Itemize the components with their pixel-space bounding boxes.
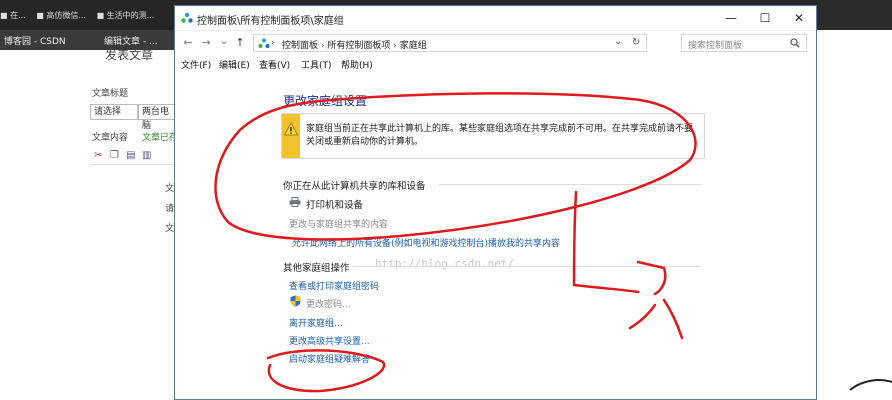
bg-content-tab[interactable]: 文章已存	[142, 130, 178, 143]
menu-view[interactable]: 查看(V)	[259, 58, 290, 71]
menu-tools[interactable]: 工具(T)	[301, 58, 332, 71]
background-editor-page: 发表文章 文章标题 请选择 两台电脑 文章内容 文章已存 ✂ ❐ ▤ ▥ 文 请…	[0, 48, 178, 400]
window-title: 控制面板\所有控制面板项\家庭组	[197, 16, 344, 27]
background-right-page	[817, 30, 892, 400]
page-title: 更改家庭组设置	[283, 94, 368, 108]
uac-shield-icon	[290, 295, 301, 307]
sharing-section-title: 你正在从此计算机共享的库和设备	[283, 181, 426, 192]
cut-icon[interactable]: ✂	[94, 150, 102, 161]
bookmark-3[interactable]: ■ 生活中的测...	[97, 11, 155, 20]
breadcrumb-all-items[interactable]: 所有控制面板项	[327, 41, 390, 51]
homegroup-small-icon	[258, 38, 270, 48]
search-placeholder[interactable]: 搜索控制面板	[688, 38, 742, 51]
menu-file[interactable]: 文件(F)	[181, 58, 211, 71]
search-box[interactable]: 搜索控制面板	[681, 34, 807, 52]
breadcrumb-separator: ›	[393, 41, 397, 51]
menu-bar: 文件(F) 编辑(E) 查看(V) 工具(T) 帮助(H)	[175, 56, 816, 72]
control-panel-window: 控制面板\所有控制面板项\家庭组 — ☐ ✕ ← → ⌄ ↑ › 控制面板 › …	[174, 5, 817, 400]
search-icon[interactable]	[790, 38, 800, 48]
troubleshooter-link[interactable]: 启动家庭组疑难解答	[289, 352, 370, 365]
bg-heading: 发表文章	[105, 48, 154, 62]
breadcrumb-control-panel[interactable]: 控制面板	[282, 41, 318, 51]
bg-field-3: 文	[165, 224, 175, 234]
bg-title-input[interactable]: 两台电脑	[138, 104, 178, 131]
paste-icon[interactable]: ▤	[126, 150, 135, 161]
bookmark-1[interactable]: ■ 在...	[0, 11, 26, 20]
bg-content-label: 文章内容	[92, 133, 129, 143]
address-bar-row: ← → ⌄ ↑ › 控制面板 › 所有控制面板项 › 家庭组 ⌄ ↻ 搜索控制面…	[175, 32, 816, 54]
address-chevron-down-icon[interactable]: ⌄	[614, 36, 622, 47]
paste-text-icon[interactable]: ▥	[142, 150, 151, 161]
copy-icon[interactable]: ❐	[110, 150, 119, 161]
printers-and-devices-label: 打印机和设备	[306, 200, 364, 211]
bookmark-2[interactable]: ■ 高仿微信...	[36, 11, 86, 20]
recent-chevron-down-icon[interactable]: ⌄	[217, 34, 231, 47]
bg-category-select[interactable]: 请选择	[90, 104, 138, 120]
warning-icon	[284, 122, 298, 136]
section-divider	[439, 184, 701, 185]
menu-edit[interactable]: 编辑(E)	[219, 58, 250, 71]
other-actions-title: 其他家庭组操作	[283, 263, 350, 274]
leave-homegroup-link[interactable]: 离开家庭组...	[289, 316, 343, 329]
background-bookmarks: ■ 在... ■ 高仿微信... ■ 生活中的测...	[0, 10, 175, 26]
refresh-icon[interactable]: ↻	[632, 37, 640, 48]
warning-text: 家庭组当前正在共享此计算机上的库。某些家庭组选项在共享完成前不可用。在共享完成前…	[306, 124, 694, 147]
breadcrumb: 控制面板 › 所有控制面板项 › 家庭组	[282, 38, 427, 51]
homegroup-icon	[181, 12, 193, 23]
menu-help[interactable]: 帮助(H)	[341, 58, 373, 71]
close-button[interactable]: ✕	[782, 6, 816, 30]
bg-editor-toolbar: ✂ ❐ ▤ ▥	[90, 148, 175, 165]
printer-icon	[289, 197, 301, 207]
forward-arrow-icon[interactable]: →	[199, 36, 213, 49]
advanced-sharing-link[interactable]: 更改高级共享设置...	[289, 334, 370, 347]
warning-banner: 家庭组当前正在共享此计算机上的库。某些家庭组选项在共享完成前不可用。在共享完成前…	[281, 113, 705, 159]
bg-field-2: 请	[165, 204, 175, 214]
breadcrumb-separator: ›	[271, 38, 275, 48]
bg-tab-1[interactable]: 博客园 - CSDN	[4, 34, 66, 47]
breadcrumb-separator: ›	[320, 41, 325, 51]
title-bar[interactable]: 控制面板\所有控制面板项\家庭组 — ☐ ✕	[175, 6, 816, 31]
back-arrow-icon[interactable]: ←	[181, 36, 195, 49]
maximize-button[interactable]: ☐	[748, 6, 782, 30]
bg-article-title-label: 文章标题	[92, 89, 129, 99]
section-divider	[353, 266, 701, 267]
change-password-link[interactable]: 更改密码...	[306, 297, 351, 310]
warning-stripe	[282, 114, 300, 158]
bg-field-1: 文	[165, 184, 175, 194]
address-box[interactable]: › 控制面板 › 所有控制面板项 › 家庭组 ⌄ ↻	[253, 34, 647, 52]
minimize-button[interactable]: —	[714, 6, 748, 30]
breadcrumb-homegroup[interactable]: 家庭组	[400, 41, 427, 51]
view-print-password-link[interactable]: 查看或打印家庭组密码	[289, 279, 379, 292]
change-shared-content-link[interactable]: 更改与家庭组共享的内容	[289, 217, 388, 230]
background-browser-right	[817, 0, 892, 30]
watermark: http://blog.csdn.net/	[375, 257, 515, 270]
allow-devices-link[interactable]: 允许此网络上的所有设备(例如电视和游戏控制台)播放我的共享内容	[292, 236, 560, 249]
up-arrow-icon[interactable]: ↑	[233, 36, 247, 49]
content-area: 更改家庭组设置 家庭组当前正在共享此计算机上的库。某些家庭组选项在共享完成前不可…	[175, 72, 816, 399]
